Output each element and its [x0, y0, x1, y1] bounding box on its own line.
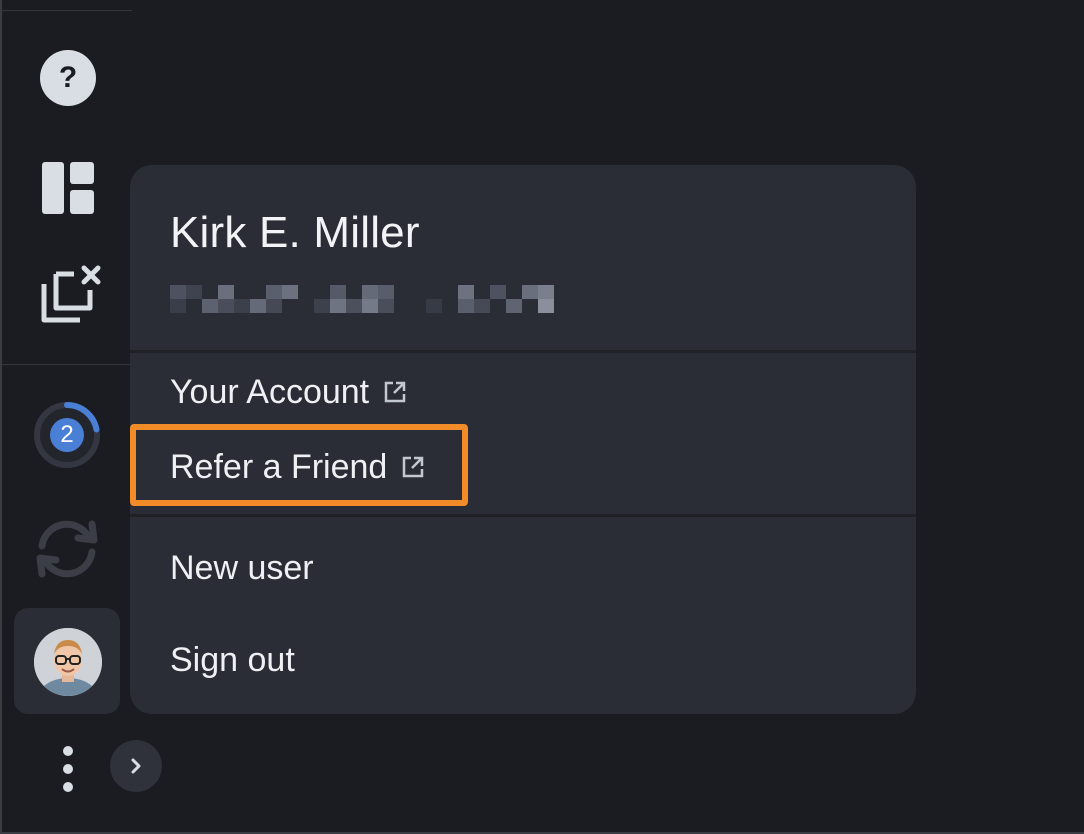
more-vertical-icon[interactable] — [60, 744, 76, 794]
app-window: ? 2 Kirk E. Miller Your Account Refer a … — [0, 0, 1084, 834]
clear-clipboard-icon[interactable] — [40, 264, 102, 326]
user-photo-icon — [34, 628, 102, 696]
dashboard-icon[interactable] — [42, 162, 94, 214]
expand-sidebar-button[interactable] — [110, 740, 162, 792]
sidebar-divider — [2, 364, 130, 365]
new-user-item[interactable]: New user — [170, 544, 314, 592]
refer-a-friend-link[interactable]: Refer a Friend — [170, 443, 425, 491]
your-account-link[interactable]: Your Account — [170, 368, 407, 416]
chevron-right-icon — [131, 758, 141, 774]
user-menu: Kirk E. Miller Your Account Refer a Frie… — [130, 165, 916, 714]
menu-item-label: Sign out — [170, 641, 295, 679]
account-button[interactable] — [14, 608, 120, 714]
sign-out-item[interactable]: Sign out — [170, 636, 295, 684]
redacted-email — [170, 285, 554, 313]
task-count: 2 — [50, 418, 84, 452]
external-link-icon — [384, 381, 406, 403]
top-divider — [2, 10, 132, 11]
menu-item-label: Refer a Friend — [170, 448, 388, 486]
avatar — [34, 628, 102, 696]
help-icon: ? — [58, 61, 78, 94]
external-link-icon — [403, 456, 424, 478]
menu-item-label: Your Account — [170, 373, 370, 411]
user-name: Kirk E. Miller — [170, 208, 420, 257]
menu-divider — [130, 350, 916, 353]
menu-divider — [130, 514, 916, 517]
sync-icon[interactable] — [32, 518, 102, 580]
menu-item-label: New user — [170, 549, 314, 587]
task-progress-badge[interactable]: 2 — [32, 400, 102, 470]
help-button[interactable]: ? — [40, 50, 96, 106]
